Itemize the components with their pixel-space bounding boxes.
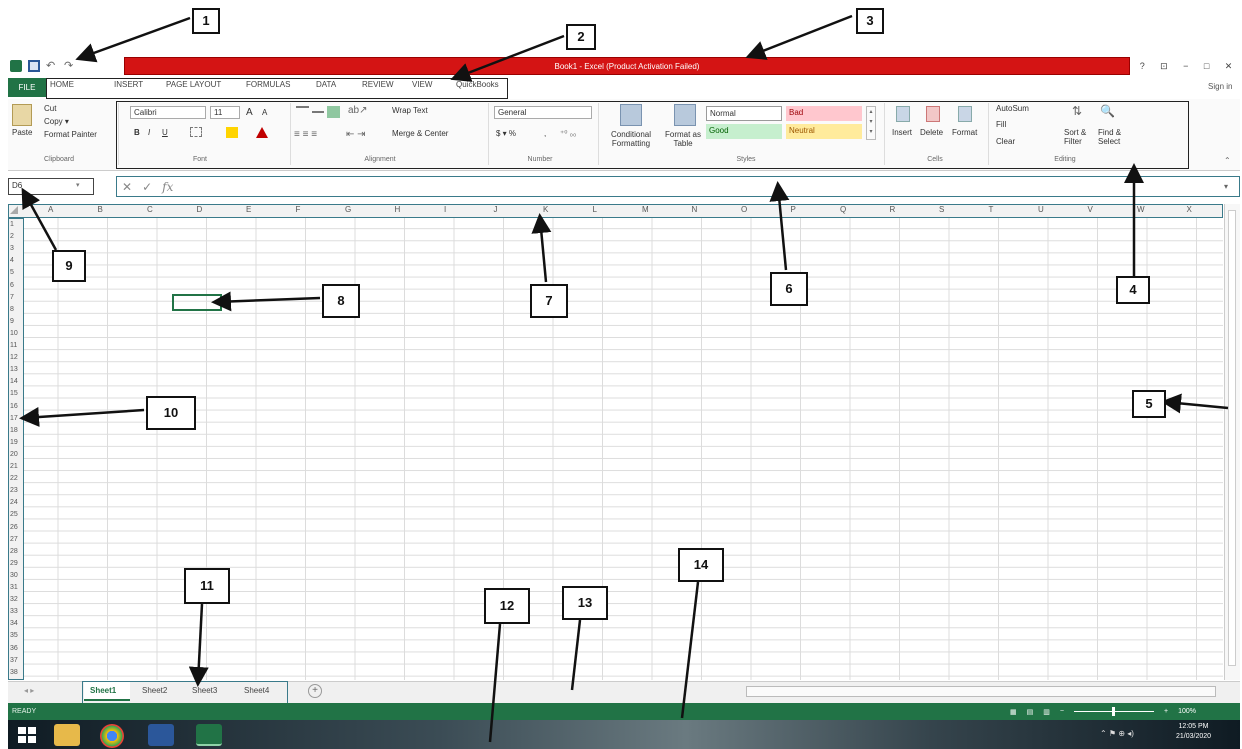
arrow-14 xyxy=(680,581,700,719)
arrow-2 xyxy=(450,34,565,82)
arrow-3 xyxy=(745,14,853,60)
arrow-13 xyxy=(570,619,582,691)
arrow-10 xyxy=(19,407,145,427)
arrow-9 xyxy=(21,187,58,251)
callout-2: 2 xyxy=(566,24,596,50)
callout-9: 9 xyxy=(52,250,86,282)
arrow-5 xyxy=(1161,393,1229,414)
callout-8: 8 xyxy=(322,284,360,318)
callout-11: 11 xyxy=(184,568,230,604)
callout-13: 13 xyxy=(562,586,608,620)
callout-4: 4 xyxy=(1116,276,1150,304)
callout-3: 3 xyxy=(856,8,884,34)
arrow-7 xyxy=(531,213,552,283)
arrow-12 xyxy=(488,623,502,743)
callout-12: 12 xyxy=(484,588,530,624)
excel-window: ↶ ↷ Book1 - Excel (Product Activation Fa… xyxy=(0,0,1242,749)
callout-7: 7 xyxy=(530,284,568,318)
callout-14: 14 xyxy=(678,548,724,582)
callout-1: 1 xyxy=(192,8,220,34)
callout-6: 6 xyxy=(770,272,808,306)
arrow-11 xyxy=(188,603,209,687)
callout-5: 5 xyxy=(1132,390,1166,418)
arrow-8 xyxy=(211,291,321,312)
annotation-arrows xyxy=(19,14,1229,743)
callout-10: 10 xyxy=(146,396,196,430)
arrow-6 xyxy=(769,181,790,271)
arrow-1 xyxy=(75,16,191,63)
